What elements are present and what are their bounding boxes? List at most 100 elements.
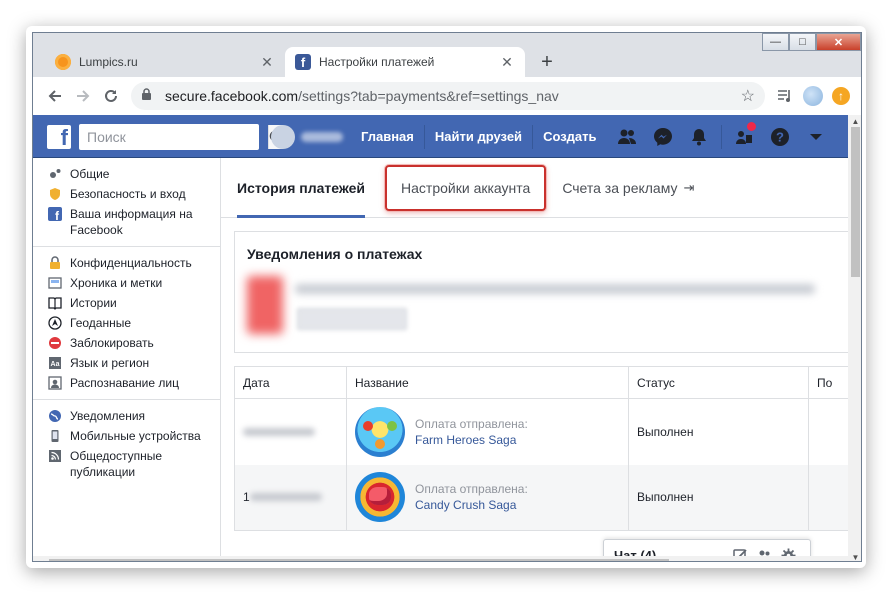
- messenger-icon[interactable]: [645, 115, 681, 158]
- sidebar-item-label: Конфиденциальность: [70, 256, 192, 270]
- sidebar-item-mobile[interactable]: Мобильные устройства: [33, 426, 220, 446]
- facebook-favicon-icon: f: [295, 54, 311, 70]
- globe-icon: [47, 408, 63, 424]
- bookmark-star-icon[interactable]: ☆: [741, 86, 755, 106]
- sidebar-item-public-posts[interactable]: Общедоступные публикации: [33, 446, 220, 482]
- profile-name-blurred: [301, 132, 343, 142]
- scroll-right-icon[interactable]: ▶: [833, 556, 845, 561]
- nav-create[interactable]: Создать: [533, 125, 606, 149]
- horizontal-scroll-thumb[interactable]: [49, 559, 669, 561]
- vertical-scrollbar[interactable]: ▲ ▼: [848, 115, 861, 562]
- tab-ad-invoices[interactable]: Счета за рекламу ⇥: [562, 158, 694, 218]
- header-divider: [721, 124, 722, 149]
- blurred-card-image: [247, 276, 283, 334]
- back-icon[interactable]: [41, 82, 69, 110]
- table-row[interactable]: Оплата отправлена: Farm Heroes Saga Выпо…: [234, 398, 849, 465]
- column-header-date[interactable]: Дата: [234, 366, 347, 399]
- payments-tabs: История платежей Настройки аккаунта Счет…: [221, 158, 848, 218]
- reading-list-icon[interactable]: [771, 82, 799, 110]
- search-input[interactable]: [79, 125, 268, 149]
- notifications-bell-icon[interactable]: [681, 115, 717, 158]
- tab-account-settings[interactable]: Настройки аккаунта: [385, 164, 547, 211]
- vertical-scroll-thumb[interactable]: [851, 127, 860, 277]
- name-cell: Оплата отправлена: Farm Heroes Saga: [346, 398, 629, 465]
- date-cell: 1: [234, 464, 347, 531]
- tab-title: Lumpics.ru: [79, 55, 138, 69]
- farm-heroes-saga-icon: [355, 406, 405, 457]
- nav-home[interactable]: Главная: [351, 124, 425, 149]
- tab-close-icon[interactable]: ✕: [499, 54, 515, 71]
- date-prefix: 1: [243, 490, 250, 505]
- scroll-down-icon[interactable]: ▼: [848, 551, 861, 562]
- url-path: /settings?tab=payments&ref=settings_nav: [298, 88, 559, 104]
- browser-tab-lumpics[interactable]: Lumpics.ru ✕: [45, 47, 285, 77]
- friend-requests-icon[interactable]: [609, 115, 645, 158]
- app-link[interactable]: Farm Heroes Saga: [415, 432, 528, 448]
- avatar: [271, 125, 295, 149]
- sidebar-item-privacy[interactable]: Конфиденциальность: [33, 253, 220, 273]
- forward-icon[interactable]: [69, 82, 97, 110]
- sidebar-item-label: Безопасность и вход: [70, 187, 186, 201]
- phone-icon: [47, 428, 63, 444]
- app-link[interactable]: Candy Crush Saga: [415, 497, 528, 513]
- scroll-up-icon[interactable]: ▲: [848, 115, 861, 127]
- quick-help-people-icon[interactable]: [726, 115, 762, 158]
- scroll-left-icon[interactable]: ◀: [35, 556, 47, 561]
- sidebar-item-your-info[interactable]: f Ваша информация на Facebook: [33, 204, 220, 240]
- sidebar-item-label: Язык и регион: [70, 356, 150, 370]
- tab-payment-history[interactable]: История платежей: [237, 158, 366, 218]
- horizontal-scrollbar[interactable]: ◀ ▶: [33, 556, 848, 561]
- minimize-button[interactable]: —: [762, 33, 789, 51]
- sidebar-item-label: Истории: [70, 296, 117, 310]
- table-header-row: Дата Название Статус По: [234, 366, 848, 399]
- sidebar-item-location[interactable]: Геоданные: [33, 313, 220, 333]
- blurred-date: [249, 493, 322, 502]
- sidebar-item-language[interactable]: Aa Язык и регион: [33, 353, 220, 373]
- status-cell: Выполнен: [628, 464, 809, 531]
- face-icon: [47, 375, 63, 391]
- blurred-action-button[interactable]: [297, 308, 407, 330]
- sidebar-item-blocking[interactable]: Заблокировать: [33, 333, 220, 353]
- status-cell: Выполнен: [628, 398, 809, 465]
- account-menu-chevron-down-icon[interactable]: [798, 115, 834, 158]
- table-row[interactable]: 1 Оплата отправлена: Candy Crush Saga Вы…: [234, 464, 848, 531]
- maximize-button[interactable]: □: [789, 33, 816, 51]
- lock-icon: [141, 88, 155, 104]
- update-icon[interactable]: ↑: [827, 82, 855, 110]
- payment-sent-label: Оплата отправлена:: [415, 482, 528, 497]
- sidebar-item-security[interactable]: Безопасность и вход: [33, 184, 220, 204]
- tab-title: Настройки платежей: [319, 55, 435, 69]
- sidebar-item-notifications[interactable]: Уведомления: [33, 406, 220, 426]
- block-icon: [47, 335, 63, 351]
- new-tab-button[interactable]: +: [533, 48, 561, 76]
- sidebar-item-general[interactable]: Общие: [33, 164, 220, 184]
- facebook-logo-icon[interactable]: f: [47, 125, 71, 149]
- browser-tab-payments[interactable]: f Настройки платежей ✕: [285, 47, 525, 77]
- sidebar-item-face-recognition[interactable]: Распознавание лиц: [33, 373, 220, 393]
- column-header-name[interactable]: Название: [346, 366, 629, 399]
- language-icon: Aa: [47, 355, 63, 371]
- column-header-more[interactable]: По: [808, 366, 848, 399]
- header-icons: ?: [609, 115, 834, 158]
- date-cell: [234, 398, 347, 465]
- column-header-status[interactable]: Статус: [628, 366, 809, 399]
- profile-avatar[interactable]: [799, 82, 827, 110]
- rss-icon: [47, 448, 63, 464]
- sidebar-item-timeline[interactable]: Хроника и метки: [33, 273, 220, 293]
- sidebar-item-stories[interactable]: Истории: [33, 293, 220, 313]
- profile-link[interactable]: [271, 125, 343, 149]
- sidebar-group-privacy: Конфиденциальность Хроника и метки Истор…: [33, 247, 220, 400]
- svg-text:?: ?: [776, 129, 784, 144]
- close-window-button[interactable]: ✕: [816, 33, 861, 51]
- tab-strip: Lumpics.ru ✕ f Настройки платежей ✕ +: [45, 47, 561, 77]
- address-bar[interactable]: secure.facebook.com/settings?tab=payment…: [131, 82, 765, 110]
- tab-close-icon[interactable]: ✕: [259, 54, 275, 71]
- reload-icon[interactable]: [97, 82, 125, 110]
- sidebar-item-label: Ваша информация на Facebook: [70, 207, 193, 237]
- nav-find-friends[interactable]: Найти друзей: [425, 124, 534, 149]
- sidebar-item-label: Распознавание лиц: [70, 376, 179, 390]
- blurred-notification-text: [295, 284, 815, 294]
- help-icon[interactable]: ?: [762, 115, 798, 158]
- sidebar-item-label: Общие: [70, 167, 110, 181]
- blurred-date: [243, 427, 315, 436]
